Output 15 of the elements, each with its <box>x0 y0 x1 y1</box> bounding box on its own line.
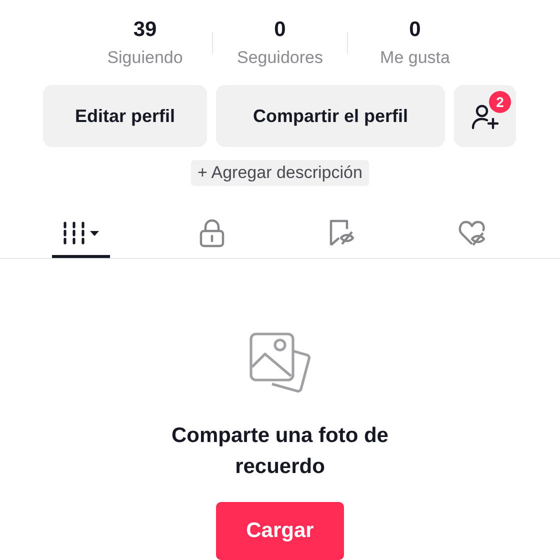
upload-button[interactable]: Cargar <box>216 502 344 560</box>
add-description-button[interactable]: + Agregar descripción <box>190 160 370 186</box>
empty-state-message: Comparte una foto de recuerdo <box>170 423 390 480</box>
stat-count: 0 <box>409 18 421 42</box>
lock-icon <box>198 218 226 248</box>
stat-count: 39 <box>133 18 157 42</box>
notification-badge: 2 <box>489 91 511 113</box>
stat-label[interactable]: Seguidores <box>236 48 323 68</box>
stat-label[interactable]: Siguiendo <box>107 48 183 68</box>
stat-count: 0 <box>274 18 286 42</box>
stat-label[interactable]: Me gusta <box>380 48 450 68</box>
add-friends-button[interactable]: 2 <box>454 85 516 147</box>
grid-icon <box>61 218 102 246</box>
edit-profile-button[interactable]: Editar perfil <box>43 85 207 147</box>
share-profile-button[interactable]: Compartir el perfil <box>216 85 445 147</box>
